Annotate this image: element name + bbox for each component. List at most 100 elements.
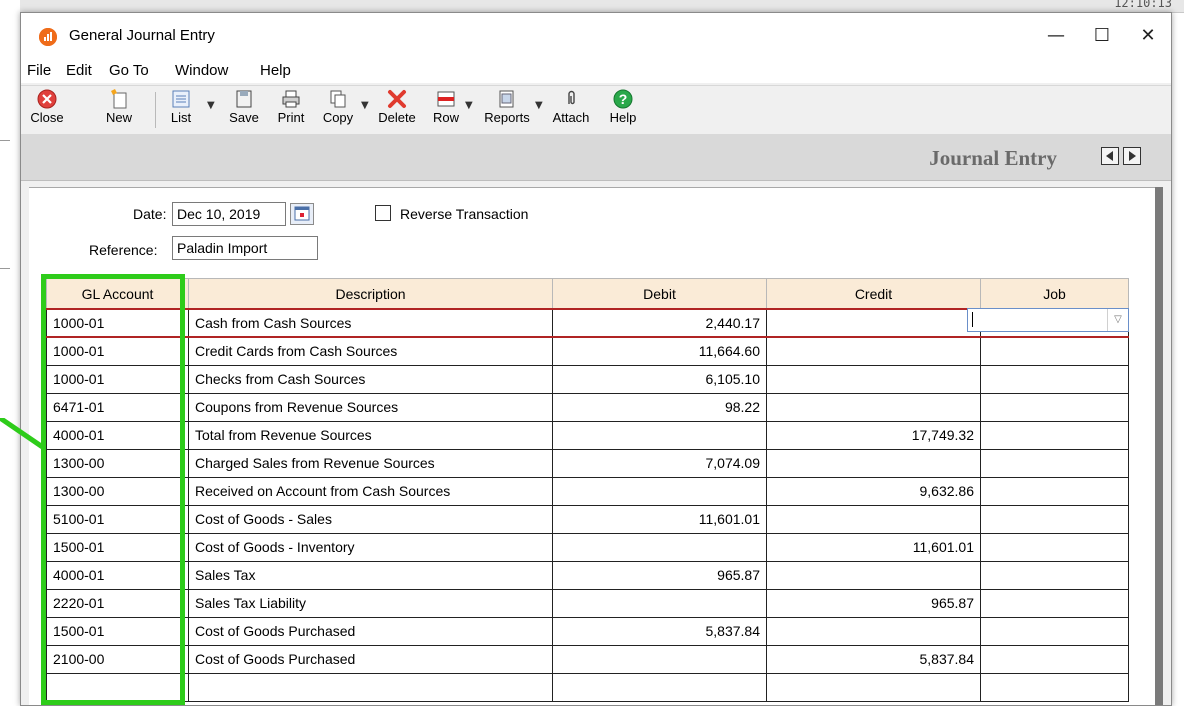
job-combobox[interactable]: ▽ <box>967 308 1129 332</box>
cell-job[interactable] <box>980 420 1129 450</box>
column-header-credit[interactable]: Credit <box>766 278 981 310</box>
cell-debit[interactable] <box>552 476 767 506</box>
cell-credit[interactable]: 9,632.86 <box>766 476 981 506</box>
cell-description[interactable]: Cash from Cash Sources <box>188 308 553 338</box>
cell-description[interactable]: Sales Tax <box>188 560 553 590</box>
cell-gl-account[interactable] <box>46 672 189 702</box>
table-row[interactable]: 1300-00 Received on Account from Cash Sou… <box>46 476 1129 506</box>
help-button[interactable]: ? Help <box>607 88 639 125</box>
cell-credit[interactable] <box>766 308 981 338</box>
date-field[interactable]: Dec 10, 2019 <box>172 202 286 226</box>
reverse-transaction-checkbox[interactable] <box>375 205 391 221</box>
cell-description[interactable]: Coupons from Revenue Sources <box>188 392 553 422</box>
cell-gl-account[interactable]: 1500-01 <box>46 532 189 562</box>
cell-credit[interactable] <box>766 672 981 702</box>
cell-gl-account[interactable]: 6471-01 <box>46 392 189 422</box>
cell-job[interactable] <box>980 336 1129 366</box>
menu-window[interactable]: Window <box>175 62 228 79</box>
reference-field[interactable]: Paladin Import <box>172 236 318 260</box>
cell-credit[interactable] <box>766 504 981 534</box>
cell-job[interactable] <box>980 476 1129 506</box>
cell-credit[interactable] <box>766 616 981 646</box>
new-button[interactable]: New <box>101 88 137 125</box>
cell-gl-account[interactable]: 1500-01 <box>46 616 189 646</box>
save-button[interactable]: Save <box>227 88 261 125</box>
table-row[interactable] <box>46 672 1129 702</box>
table-row[interactable]: 2100-00 Cost of Goods Purchased 5,837.84 <box>46 644 1129 674</box>
table-row[interactable]: 1500-01 Cost of Goods Purchased 5,837.84 <box>46 616 1129 646</box>
delete-button[interactable]: Delete <box>377 88 417 125</box>
cell-debit[interactable]: 6,105.10 <box>552 364 767 394</box>
cell-description[interactable]: Total from Revenue Sources <box>188 420 553 450</box>
cell-job[interactable] <box>980 392 1129 422</box>
cell-job[interactable] <box>980 448 1129 478</box>
attach-button[interactable]: Attach <box>549 88 593 125</box>
previous-arrow-icon[interactable] <box>1101 147 1119 165</box>
next-arrow-icon[interactable] <box>1123 147 1141 165</box>
cell-credit[interactable]: 965.87 <box>766 588 981 618</box>
cell-gl-account[interactable]: 2100-00 <box>46 644 189 674</box>
cell-gl-account[interactable]: 2220-01 <box>46 588 189 618</box>
cell-debit[interactable] <box>552 420 767 450</box>
menu-help[interactable]: Help <box>260 62 291 79</box>
cell-debit[interactable]: 965.87 <box>552 560 767 590</box>
table-row[interactable]: 1500-01 Cost of Goods - Inventory 11,601.0… <box>46 532 1129 562</box>
row-button[interactable]: Row <box>431 88 461 125</box>
table-row[interactable]: 1000-01 Checks from Cash Sources 6,105.10 <box>46 364 1129 394</box>
table-row[interactable]: 4000-01 Total from Revenue Sources 17,749.… <box>46 420 1129 450</box>
cell-description[interactable]: Cost of Goods - Sales <box>188 504 553 534</box>
cell-debit[interactable]: 7,074.09 <box>552 448 767 478</box>
cell-description[interactable]: Cost of Goods Purchased <box>188 616 553 646</box>
cell-credit[interactable] <box>766 364 981 394</box>
menu-file[interactable]: File <box>27 62 51 79</box>
cell-debit[interactable]: 11,601.01 <box>552 504 767 534</box>
cell-description[interactable]: Received on Account from Cash Sources <box>188 476 553 506</box>
cell-description[interactable]: Cost of Goods Purchased <box>188 644 553 674</box>
cell-debit[interactable]: 98.22 <box>552 392 767 422</box>
cell-credit[interactable]: 11,601.01 <box>766 532 981 562</box>
print-button[interactable]: Print <box>275 88 307 125</box>
cell-description[interactable]: Checks from Cash Sources <box>188 364 553 394</box>
maximize-button[interactable]: ☐ <box>1079 13 1125 59</box>
cell-debit[interactable]: 2,440.17 <box>552 308 767 338</box>
cell-debit[interactable] <box>552 532 767 562</box>
menu-edit[interactable]: Edit <box>66 62 92 79</box>
table-row[interactable]: 2220-01 Sales Tax Liability 965.87 <box>46 588 1129 618</box>
reports-dropdown-arrow-icon[interactable]: ▼ <box>535 100 543 111</box>
table-row[interactable]: 4000-01 Sales Tax 965.87 <box>46 560 1129 590</box>
cell-debit[interactable]: 11,664.60 <box>552 336 767 366</box>
cell-gl-account[interactable]: 1300-00 <box>46 476 189 506</box>
table-row[interactable]: 1300-00 Charged Sales from Revenue Source… <box>46 448 1129 478</box>
cell-debit[interactable]: 5,837.84 <box>552 616 767 646</box>
cell-debit[interactable] <box>552 672 767 702</box>
column-header-description[interactable]: Description <box>188 278 553 310</box>
cell-job[interactable] <box>980 560 1129 590</box>
row-dropdown-arrow-icon[interactable]: ▼ <box>465 100 473 111</box>
column-header-debit[interactable]: Debit <box>552 278 767 310</box>
calendar-icon[interactable] <box>290 203 314 225</box>
list-dropdown-arrow-icon[interactable]: ▼ <box>207 100 215 111</box>
cell-gl-account[interactable]: 4000-01 <box>46 420 189 450</box>
column-header-gl-account[interactable]: GL Account <box>46 278 189 310</box>
cell-description[interactable] <box>188 672 553 702</box>
cell-credit[interactable]: 17,749.32 <box>766 420 981 450</box>
column-header-job[interactable]: Job <box>980 278 1129 310</box>
list-button[interactable]: List <box>167 88 195 125</box>
cell-credit[interactable] <box>766 336 981 366</box>
minimize-button[interactable]: — <box>1033 13 1079 59</box>
cell-job[interactable] <box>980 588 1129 618</box>
reports-button[interactable]: Reports <box>483 88 531 125</box>
close-button[interactable]: Close <box>29 88 65 125</box>
cell-job[interactable] <box>980 644 1129 674</box>
table-row[interactable]: 5100-01 Cost of Goods - Sales 11,601.01 <box>46 504 1129 534</box>
cell-gl-account[interactable]: 1300-00 <box>46 448 189 478</box>
cell-gl-account[interactable]: 1000-01 <box>46 308 189 338</box>
cell-description[interactable]: Credit Cards from Cash Sources <box>188 336 553 366</box>
cell-credit[interactable] <box>766 392 981 422</box>
cell-gl-account[interactable]: 5100-01 <box>46 504 189 534</box>
copy-dropdown-arrow-icon[interactable]: ▼ <box>361 100 369 111</box>
cell-job[interactable] <box>980 364 1129 394</box>
cell-job[interactable] <box>980 532 1129 562</box>
cell-credit[interactable] <box>766 448 981 478</box>
cell-description[interactable]: Sales Tax Liability <box>188 588 553 618</box>
